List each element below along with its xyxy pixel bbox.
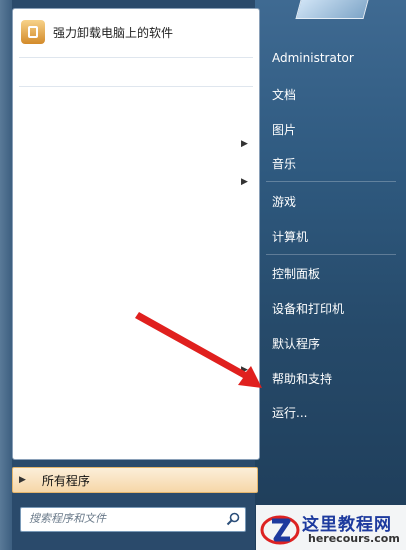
annotation-arrow [135, 312, 262, 388]
watermark: 这里教程网 herecours.com [256, 505, 406, 550]
annotation-arrow-shape [135, 312, 262, 388]
watermark-logo-icon [260, 515, 300, 545]
watermark-url: herecours.com [308, 532, 400, 545]
